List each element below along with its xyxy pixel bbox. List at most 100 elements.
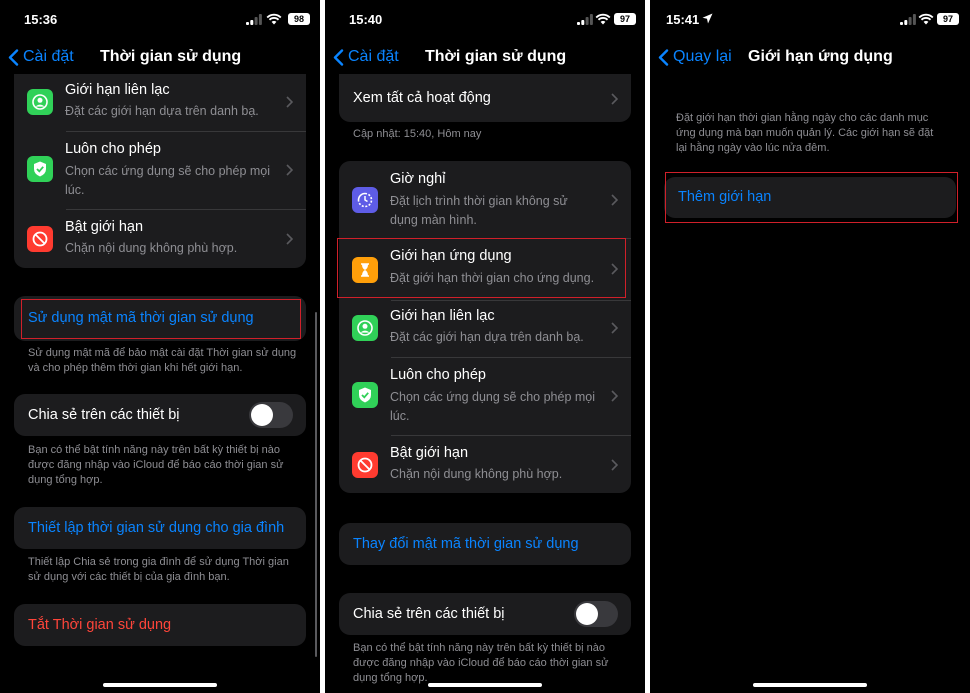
turn-off-screen-time-button[interactable]: Tắt Thời gian sử dụng — [28, 617, 171, 633]
highlight-box — [21, 299, 301, 339]
row-title: Giới hạn liên lạc — [65, 82, 170, 98]
back-label: Cài đặt — [23, 48, 74, 65]
battery-icon: 97 — [937, 13, 959, 25]
chevron-right-icon — [286, 164, 293, 176]
status-bar: 15:36 98 — [0, 0, 320, 40]
back-label: Quay lại — [673, 48, 732, 65]
see-all-activity-label: Xem tất cả hoạt động — [353, 90, 491, 106]
person-circle-icon — [27, 89, 53, 115]
back-button[interactable]: Quay lại — [658, 48, 732, 66]
cellular-signal-icon — [577, 14, 593, 25]
share-group: Chia sẻ trên các thiết bị — [14, 394, 306, 436]
cellular-signal-icon — [246, 14, 262, 25]
family-setup-link[interactable]: Thiết lập thời gian sử dụng cho gia đình — [28, 520, 284, 536]
status-time: 15:40 — [349, 12, 383, 27]
row-subtitle: Chọn các ứng dụng sẽ cho phép mọi lúc. — [65, 164, 271, 197]
row-title: Bật giới hạn — [390, 445, 469, 461]
back-label: Cài đặt — [348, 48, 399, 65]
nav-bar: Cài đặt Thời gian sử dụng — [325, 40, 645, 74]
wifi-icon — [266, 13, 282, 25]
app-limits-screen: 15:41 97 Quay lại Giới hạn ứng dụng Đặt … — [650, 0, 970, 693]
list-item-always-allowed[interactable]: Luôn cho phép Chọn các ứng dụng sẽ cho p… — [339, 357, 631, 435]
row-subtitle: Chặn nội dung không phù hợp. — [65, 241, 238, 255]
chevron-left-icon — [333, 48, 344, 66]
status-bar: 15:40 97 — [325, 0, 645, 40]
list-item-content-restrictions[interactable]: Bật giới hạn Chặn nội dung không phù hợp… — [339, 435, 631, 493]
screen-time-screen-1: 15:36 98 Cài đặt Thời gian sử dụng Giới … — [0, 0, 320, 693]
status-time: 15:36 — [24, 12, 58, 27]
battery-icon: 97 — [614, 13, 636, 25]
status-bar: 15:41 97 — [650, 0, 970, 40]
page-title: Thời gian sử dụng — [425, 48, 567, 65]
list-item-content-restrictions[interactable]: Bật giới hạn Chặn nội dung không phù hợp… — [14, 209, 306, 268]
chevron-right-icon — [611, 322, 618, 334]
home-indicator — [753, 683, 867, 687]
highlight-box — [665, 172, 958, 223]
updated-label: Cập nhật: 15:40, Hôm nay — [353, 128, 482, 140]
nav-bar: Cài đặt Thời gian sử dụng — [0, 40, 320, 74]
back-button[interactable]: Cài đặt — [333, 48, 399, 66]
cellular-signal-icon — [900, 14, 916, 25]
list-item-always-allowed[interactable]: Luôn cho phép Chọn các ứng dụng sẽ cho p… — [14, 131, 306, 209]
checkmark-shield-icon — [352, 382, 378, 408]
row-title: Giới hạn liên lạc — [390, 308, 495, 324]
screen-time-screen-2: 15:40 97 Cài đặt Thời gian sử dụng Xem t… — [325, 0, 645, 693]
see-all-activity-row[interactable]: Xem tất cả hoạt động — [339, 74, 631, 122]
downtime-icon — [352, 187, 378, 213]
row-title: Luôn cho phép — [390, 367, 486, 383]
share-label: Chia sẻ trên các thiết bị — [353, 606, 505, 622]
person-circle-icon — [352, 315, 378, 341]
row-subtitle: Đặt lịch trình thời gian không sử dụng m… — [390, 194, 568, 227]
home-indicator — [428, 683, 542, 687]
highlight-box — [337, 238, 626, 298]
chevron-right-icon — [611, 194, 618, 206]
battery-icon: 98 — [288, 13, 310, 25]
family-footer: Thiết lập Chia sẻ trong gia đình để sử d… — [28, 556, 289, 583]
chevron-right-icon — [286, 96, 293, 108]
share-label: Chia sẻ trên các thiết bị — [28, 407, 180, 423]
list-item-communication-limits[interactable]: Giới hạn liên lạc Đặt các giới hạn dựa t… — [339, 300, 631, 357]
chevron-right-icon — [611, 390, 618, 402]
page-title: Thời gian sử dụng — [100, 48, 242, 65]
chevron-right-icon — [611, 459, 618, 471]
back-button[interactable]: Cài đặt — [8, 48, 74, 66]
row-subtitle: Chọn các ứng dụng sẽ cho phép mọi lúc. — [390, 390, 596, 423]
change-passcode-link[interactable]: Thay đổi mật mã thời gian sử dụng — [353, 536, 579, 552]
chevron-left-icon — [658, 48, 669, 66]
status-time: 15:41 — [666, 12, 700, 27]
passcode-group: Thay đổi mật mã thời gian sử dụng — [339, 523, 631, 565]
activity-group: Xem tất cả hoạt động — [339, 74, 631, 122]
row-title: Giờ nghỉ — [390, 171, 446, 187]
passcode-footer: Sử dụng mật mã để bảo mật cài đặt Thời g… — [28, 347, 297, 374]
limits-group: Giờ nghỉ Đặt lịch trình thời gian không … — [339, 161, 631, 493]
no-entry-icon — [352, 452, 378, 478]
row-subtitle: Đặt các giới hạn dựa trên danh bạ. — [65, 104, 259, 118]
no-entry-icon — [27, 226, 53, 252]
row-title: Luôn cho phép — [65, 141, 161, 157]
page-title: Giới hạn ứng dụng — [748, 48, 893, 65]
app-limits-description: Đặt giới hạn thời gian hằng ngày cho các… — [676, 112, 934, 154]
location-arrow-icon — [702, 13, 713, 24]
checkmark-shield-icon — [27, 156, 53, 182]
chevron-right-icon — [286, 233, 293, 245]
nav-bar: Quay lại Giới hạn ứng dụng — [650, 40, 970, 74]
share-group: Chia sẻ trên các thiết bị — [339, 593, 631, 635]
list-item-downtime[interactable]: Giờ nghỉ Đặt lịch trình thời gian không … — [339, 161, 631, 238]
row-subtitle: Chặn nội dung không phù hợp. — [390, 467, 563, 481]
wifi-icon — [918, 13, 934, 25]
wifi-icon — [595, 13, 611, 25]
home-indicator — [103, 683, 217, 687]
row-title: Bật giới hạn — [65, 219, 144, 235]
share-footer: Bạn có thể bật tính năng này trên bất kỳ… — [353, 642, 609, 684]
chevron-right-icon — [611, 93, 618, 105]
share-across-devices-toggle[interactable] — [574, 601, 618, 627]
share-footer: Bạn có thể bật tính năng này trên bất kỳ… — [28, 444, 284, 486]
turn-off-group: Tắt Thời gian sử dụng — [14, 604, 306, 646]
share-across-devices-toggle[interactable] — [249, 402, 293, 428]
row-subtitle: Đặt các giới hạn dựa trên danh bạ. — [390, 330, 584, 344]
limits-group: Giới hạn liên lạc Đặt các giới hạn dựa t… — [14, 74, 306, 268]
scrollbar[interactable] — [315, 312, 317, 657]
family-group: Thiết lập thời gian sử dụng cho gia đình — [14, 507, 306, 549]
chevron-left-icon — [8, 48, 19, 66]
list-item-communication-limits[interactable]: Giới hạn liên lạc Đặt các giới hạn dựa t… — [14, 74, 306, 131]
